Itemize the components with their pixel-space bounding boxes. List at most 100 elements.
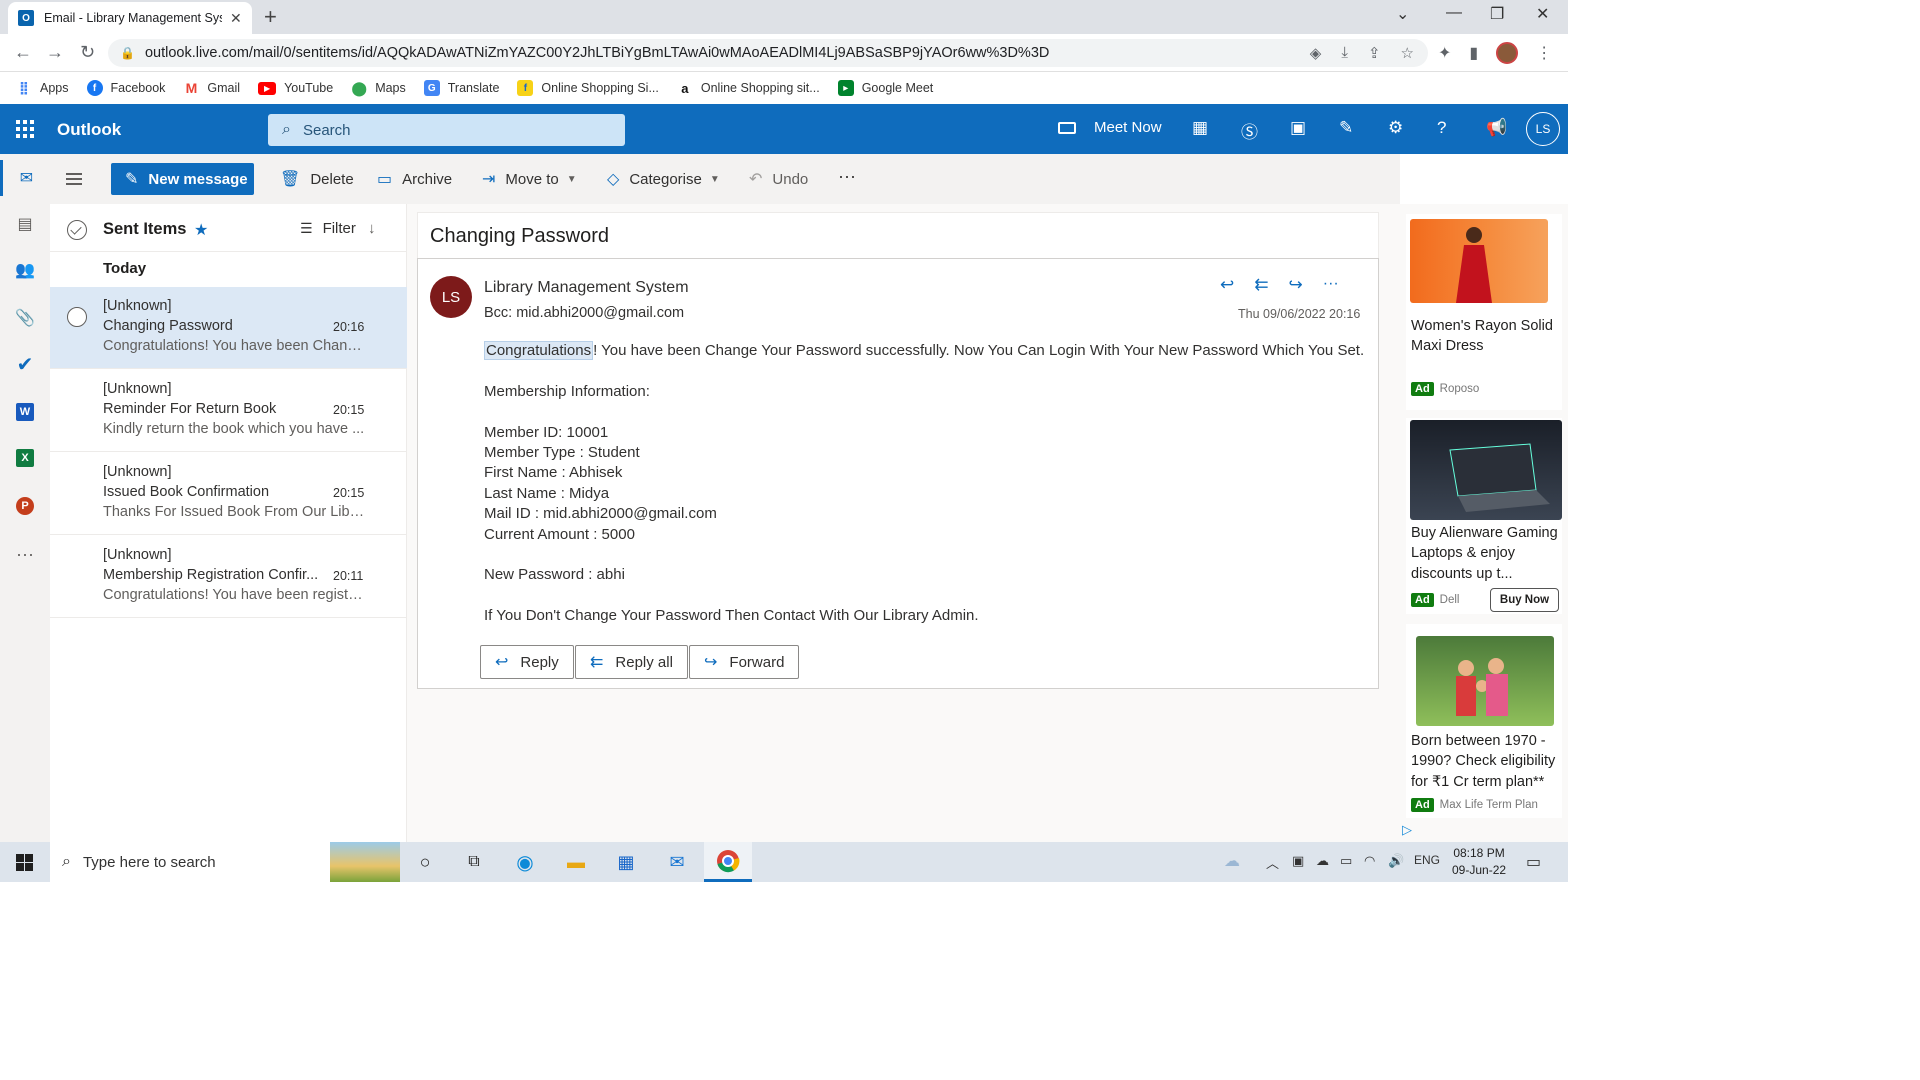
ad-card[interactable]: Women's Rayon Solid Maxi Dress Ad Roposo: [1406, 214, 1562, 410]
bookmark-apps[interactable]: ⣿ Apps: [16, 80, 69, 96]
forward-button[interactable]: →: [46, 42, 64, 63]
new-message-button[interactable]: ✎ New message: [111, 163, 254, 195]
new-tab-button[interactable]: +: [264, 4, 277, 30]
list-item[interactable]: [Unknown] Issued Book Confirmation 20:15…: [50, 453, 407, 535]
sort-arrow-icon[interactable]: ↓: [368, 220, 376, 237]
wifi-icon[interactable]: ◠: [1364, 853, 1375, 869]
url-omnibox[interactable]: 🔒 outlook.live.com/mail/0/sentitems/id/A…: [108, 39, 1428, 67]
attachment-paperclip-icon[interactable]: 📎: [0, 300, 50, 336]
mail-icon[interactable]: ✉: [0, 160, 50, 196]
forward-arrow-icon[interactable]: ↪: [1289, 275, 1303, 295]
todo-check-icon[interactable]: ✔: [0, 346, 50, 382]
whats-new-megaphone-icon[interactable]: 📢: [1486, 118, 1507, 138]
adchoices-icon[interactable]: ▷: [1402, 822, 1412, 838]
file-explorer-icon[interactable]: ▬: [562, 848, 590, 876]
onedrive-cloud-icon[interactable]: ☁: [1316, 853, 1329, 869]
bookmark-maps[interactable]: ⬤ Maps: [351, 80, 405, 96]
select-radio[interactable]: [67, 307, 87, 327]
powerpoint-app-button[interactable]: P: [0, 488, 50, 524]
reload-button[interactable]: ↻: [80, 42, 95, 63]
more-actions-icon[interactable]: ···: [1323, 275, 1339, 295]
office-apps-icon[interactable]: ▦: [1192, 118, 1208, 138]
outlook-brand[interactable]: Outlook: [57, 120, 121, 140]
skype-icon[interactable]: Ⓢ: [1241, 118, 1258, 143]
battery-icon[interactable]: ▭: [1340, 853, 1352, 869]
people-icon[interactable]: 👥: [0, 252, 50, 288]
my-day-icon[interactable]: ✎: [1339, 118, 1353, 138]
more-commands-button[interactable]: ···: [838, 166, 856, 187]
buy-now-button[interactable]: Buy Now: [1490, 588, 1559, 612]
mail-app-icon[interactable]: ✉: [663, 848, 691, 876]
share-icon[interactable]: ⇪: [1368, 44, 1381, 62]
chrome-menu-icon[interactable]: ⋮: [1536, 43, 1552, 63]
categorise-button[interactable]: ◇ Categorise ▼: [607, 169, 720, 189]
show-hidden-icons-chevron-icon[interactable]: ︿: [1266, 853, 1279, 872]
reply-arrow-icon[interactable]: ↩: [1220, 275, 1234, 295]
extensions-icon[interactable]: ✦: [1438, 43, 1451, 63]
notification-center-icon[interactable]: ▭: [1526, 852, 1541, 872]
install-app-icon[interactable]: ⤓: [1341, 44, 1348, 62]
help-icon[interactable]: ?: [1437, 118, 1446, 138]
side-panel-icon[interactable]: ▮: [1469, 43, 1478, 63]
weather-cloud-icon[interactable]: ☁: [1224, 851, 1240, 871]
archive-button[interactable]: ▭ Archive: [377, 169, 452, 189]
move-to-button[interactable]: ⇥ Move to ▼: [482, 169, 577, 189]
reply-all-arrow-icon[interactable]: ⇇: [1254, 275, 1268, 295]
edge-icon[interactable]: ◉: [511, 848, 539, 876]
message-actions: ↩ ⇇ ↪ ···: [1220, 275, 1339, 295]
task-view-icon[interactable]: ⧉: [460, 848, 488, 876]
favorite-star-icon[interactable]: ★: [194, 220, 208, 240]
bookmark-online-shopping-2[interactable]: a Online Shopping sit...: [677, 80, 819, 96]
bookmark-translate[interactable]: G Translate: [423, 80, 499, 96]
browser-tab[interactable]: O Email - Library Management Syst ✕: [8, 2, 252, 34]
close-window-button[interactable]: ✕: [1536, 4, 1549, 24]
windows-start-icon[interactable]: [16, 854, 33, 871]
bookmark-facebook[interactable]: f Facebook: [86, 80, 165, 96]
app-launcher-icon[interactable]: [16, 120, 34, 138]
list-item[interactable]: [Unknown] Changing Password 20:16 Congra…: [50, 287, 407, 369]
teams-icon[interactable]: ▣: [1290, 118, 1306, 138]
meet-now-button[interactable]: Meet Now: [1058, 119, 1162, 136]
tab-search-chevron-icon[interactable]: ⌄: [1396, 4, 1409, 24]
back-button[interactable]: ←: [14, 42, 32, 63]
calendar-icon[interactable]: ▤: [0, 206, 50, 242]
ad-card[interactable]: Buy Alienware Gaming Laptops & enjoy dis…: [1406, 418, 1562, 614]
bookmark-google-meet[interactable]: ▸ Google Meet: [837, 80, 933, 96]
bookmark-star-icon[interactable]: ☆: [1401, 44, 1414, 62]
list-item[interactable]: [Unknown] Membership Registration Confir…: [50, 536, 407, 618]
settings-gear-icon[interactable]: ⚙: [1388, 118, 1403, 138]
select-all-checkbox[interactable]: [67, 220, 87, 240]
tab-close-icon[interactable]: ✕: [230, 10, 242, 27]
view-site-info-icon[interactable]: ◈: [1310, 44, 1322, 62]
microsoft-store-icon[interactable]: ▦: [612, 848, 640, 876]
hamburger-menu-icon[interactable]: [66, 173, 82, 188]
forward-button[interactable]: ↪ Forward: [689, 645, 800, 679]
filter-button[interactable]: ☰ Filter: [300, 220, 356, 237]
sender-name[interactable]: Library Management System: [484, 279, 689, 297]
word-app-button[interactable]: W: [0, 394, 50, 430]
language-indicator[interactable]: ENG: [1414, 853, 1440, 867]
reply-button[interactable]: ↩ Reply: [480, 645, 574, 679]
bookmark-gmail[interactable]: M Gmail: [183, 80, 241, 96]
minimize-button[interactable]: —: [1446, 4, 1462, 22]
delete-button[interactable]: 🗑 Delete: [280, 169, 354, 189]
item-time: 20:11: [333, 569, 364, 583]
account-avatar[interactable]: LS: [1526, 112, 1560, 146]
taskbar-clock[interactable]: 08:18 PM 09-Jun-22: [1452, 845, 1506, 879]
cortana-icon[interactable]: ○: [411, 848, 439, 876]
search-input[interactable]: ⌕ Search: [268, 114, 625, 146]
sender-avatar[interactable]: LS: [430, 276, 472, 318]
bookmark-youtube[interactable]: ▶ YouTube: [258, 81, 333, 95]
meet-now-tray-icon[interactable]: ▣: [1292, 853, 1304, 869]
ad-card[interactable]: Born between 1970 - 1990? Check eligibil…: [1406, 624, 1562, 818]
profile-avatar[interactable]: [1496, 42, 1519, 64]
maximize-button[interactable]: ❐: [1490, 4, 1504, 24]
bookmark-online-shopping-1[interactable]: f Online Shopping Si...: [517, 80, 659, 96]
more-apps-icon[interactable]: ···: [0, 536, 50, 572]
reply-all-button[interactable]: ⇇ Reply all: [575, 645, 688, 679]
undo-button[interactable]: ↶ Undo: [749, 169, 808, 189]
chrome-taskbar-button[interactable]: [704, 842, 752, 882]
excel-app-button[interactable]: X: [0, 440, 50, 476]
volume-icon[interactable]: 🔊: [1388, 853, 1404, 869]
list-item[interactable]: [Unknown] Reminder For Return Book 20:15…: [50, 370, 407, 452]
